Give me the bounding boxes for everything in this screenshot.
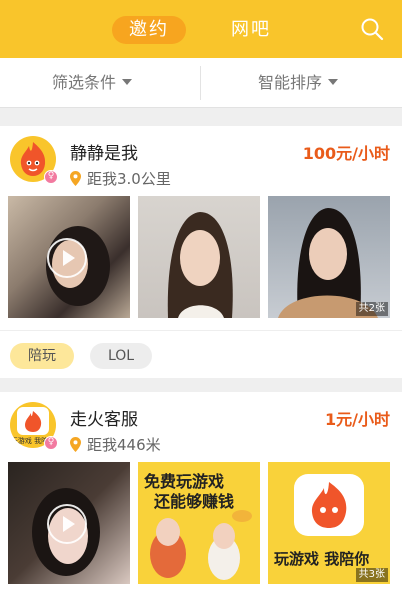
- filter-conditions-dropdown[interactable]: 筛选条件: [52, 58, 133, 108]
- user-card[interactable]: 玩游戏 我陪你 ♀ 走火客服 1元/小时 距我446米 免费玩游戏 还能够赚钱: [0, 392, 402, 600]
- poster-illustration: [150, 510, 252, 580]
- location-pin-icon: [70, 171, 81, 186]
- photo-count-badge: 共3张: [355, 568, 388, 582]
- photo-thumbnail[interactable]: 共2张: [268, 196, 390, 318]
- tab-invite[interactable]: 邀约: [112, 16, 186, 44]
- photo-subject: [167, 212, 233, 318]
- photo-logo-thumbnail[interactable]: 玩游戏 我陪你 共3张: [268, 462, 390, 584]
- user-card[interactable]: ♀ 静静是我 100元/小时 距我3.0公里 共2张 陪玩 LOL: [0, 126, 402, 378]
- photo-video-thumbnail[interactable]: [8, 462, 130, 584]
- top-bar: 邀约 网吧: [0, 0, 402, 58]
- tag-row: 陪玩 LOL: [0, 330, 402, 378]
- distance-text: 距我3.0公里: [87, 170, 171, 188]
- filter-conditions-label: 筛选条件: [52, 73, 117, 92]
- tag-lol[interactable]: LOL: [90, 343, 152, 369]
- price: 1元/小时: [325, 410, 390, 429]
- search-icon[interactable]: [360, 17, 384, 41]
- distance: 距我446米: [70, 434, 161, 455]
- smart-sort-label: 智能排序: [258, 73, 323, 92]
- play-icon[interactable]: [47, 504, 87, 544]
- photo-video-thumbnail[interactable]: [8, 196, 130, 318]
- photo-poster-thumbnail[interactable]: 免费玩游戏 还能够赚钱: [138, 462, 260, 584]
- divider: [200, 66, 201, 100]
- photo-count-badge: 共2张: [355, 302, 388, 316]
- logo-caption: 玩游戏 我陪你: [274, 550, 370, 568]
- photo-subject: [278, 208, 378, 318]
- female-icon: ♀: [44, 170, 58, 184]
- filter-bar: 筛选条件 智能排序: [0, 58, 402, 108]
- female-icon: ♀: [44, 436, 58, 450]
- user-name: 静静是我: [70, 144, 138, 164]
- distance: 距我3.0公里: [70, 168, 171, 189]
- user-name: 走火客服: [70, 410, 138, 430]
- distance-text: 距我446米: [87, 436, 161, 454]
- price: 100元/小时: [302, 144, 390, 163]
- play-icon[interactable]: [47, 238, 87, 278]
- caret-down-icon: [122, 78, 133, 85]
- tag-accompany[interactable]: 陪玩: [10, 343, 74, 369]
- location-pin-icon: [70, 437, 81, 452]
- smart-sort-dropdown[interactable]: 智能排序: [258, 58, 339, 108]
- caret-down-icon: [328, 78, 339, 85]
- tab-netcafe[interactable]: 网吧: [218, 16, 284, 44]
- photo-thumbnail[interactable]: [138, 196, 260, 318]
